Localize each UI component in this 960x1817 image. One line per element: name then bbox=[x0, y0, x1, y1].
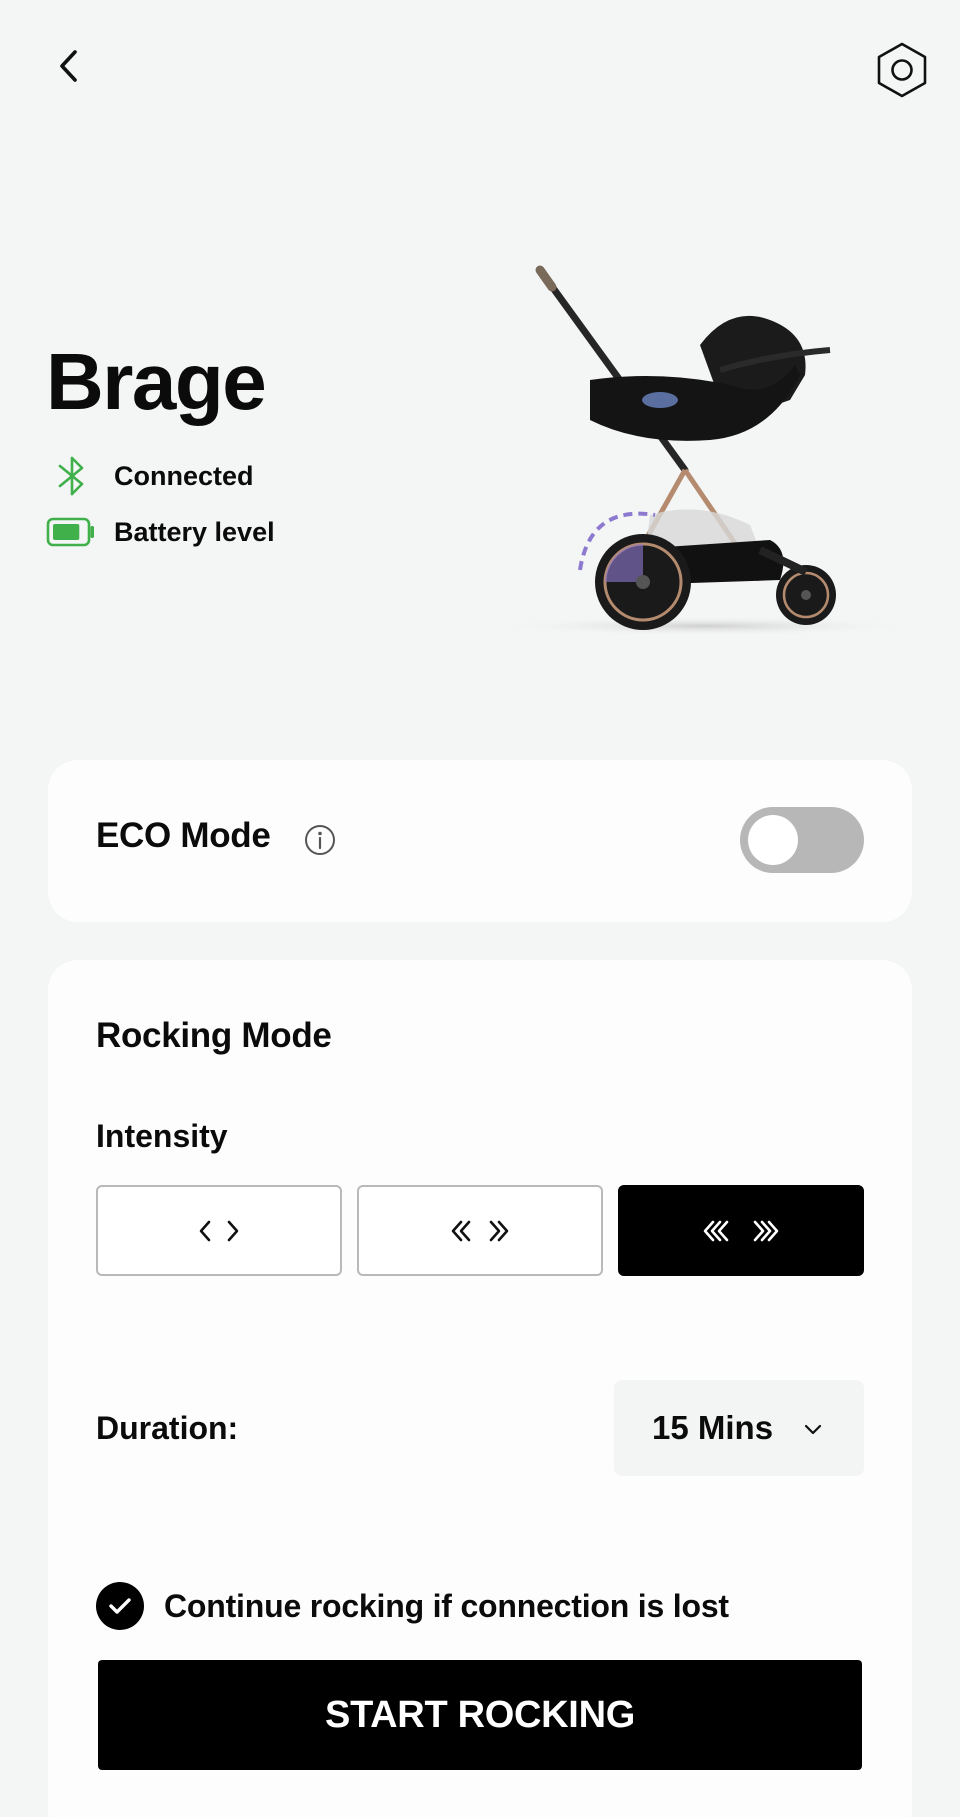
triple-chevron-icon bbox=[703, 1220, 779, 1241]
single-chevron-icon bbox=[199, 1220, 239, 1241]
settings-button[interactable] bbox=[870, 38, 934, 102]
battery-icon bbox=[46, 517, 94, 547]
eco-mode-card: ECO Mode bbox=[48, 760, 912, 922]
chevron-left-icon bbox=[60, 50, 77, 82]
continue-rocking-option[interactable]: Continue rocking if connection is lost bbox=[96, 1582, 729, 1630]
continue-rocking-checkbox[interactable] bbox=[96, 1582, 144, 1630]
start-rocking-button[interactable]: START ROCKING bbox=[98, 1660, 862, 1770]
intensity-high-button[interactable] bbox=[618, 1185, 864, 1276]
stroller-image bbox=[495, 265, 915, 636]
info-icon[interactable] bbox=[304, 824, 336, 856]
connection-status: Connected bbox=[46, 456, 254, 496]
continue-rocking-label: Continue rocking if connection is lost bbox=[164, 1587, 729, 1624]
eco-mode-label: ECO Mode bbox=[96, 816, 271, 855]
hexagon-settings-icon bbox=[877, 42, 927, 98]
duration-label: Duration: bbox=[96, 1410, 239, 1446]
intensity-label: Intensity bbox=[96, 1118, 228, 1154]
battery-level-label: Battery level bbox=[114, 516, 275, 547]
double-chevron-icon bbox=[451, 1220, 509, 1241]
rocking-mode-title: Rocking Mode bbox=[96, 1016, 332, 1055]
rocking-mode-card: Rocking Mode Intensity Duration: 15 Mins bbox=[48, 960, 912, 1817]
duration-dropdown[interactable]: 15 Mins bbox=[614, 1380, 864, 1476]
battery-status: Battery level bbox=[46, 516, 275, 548]
connection-status-label: Connected bbox=[114, 460, 254, 491]
bluetooth-icon bbox=[58, 456, 84, 496]
toggle-knob bbox=[748, 815, 798, 865]
eco-mode-toggle[interactable] bbox=[740, 807, 864, 873]
device-name: Brage bbox=[46, 337, 267, 426]
intensity-medium-button[interactable] bbox=[357, 1185, 603, 1276]
intensity-low-button[interactable] bbox=[96, 1185, 342, 1276]
duration-value: 15 Mins bbox=[652, 1409, 774, 1446]
back-button[interactable] bbox=[40, 38, 96, 94]
checkmark-icon bbox=[109, 1598, 131, 1614]
chevron-down-icon bbox=[804, 1424, 822, 1435]
